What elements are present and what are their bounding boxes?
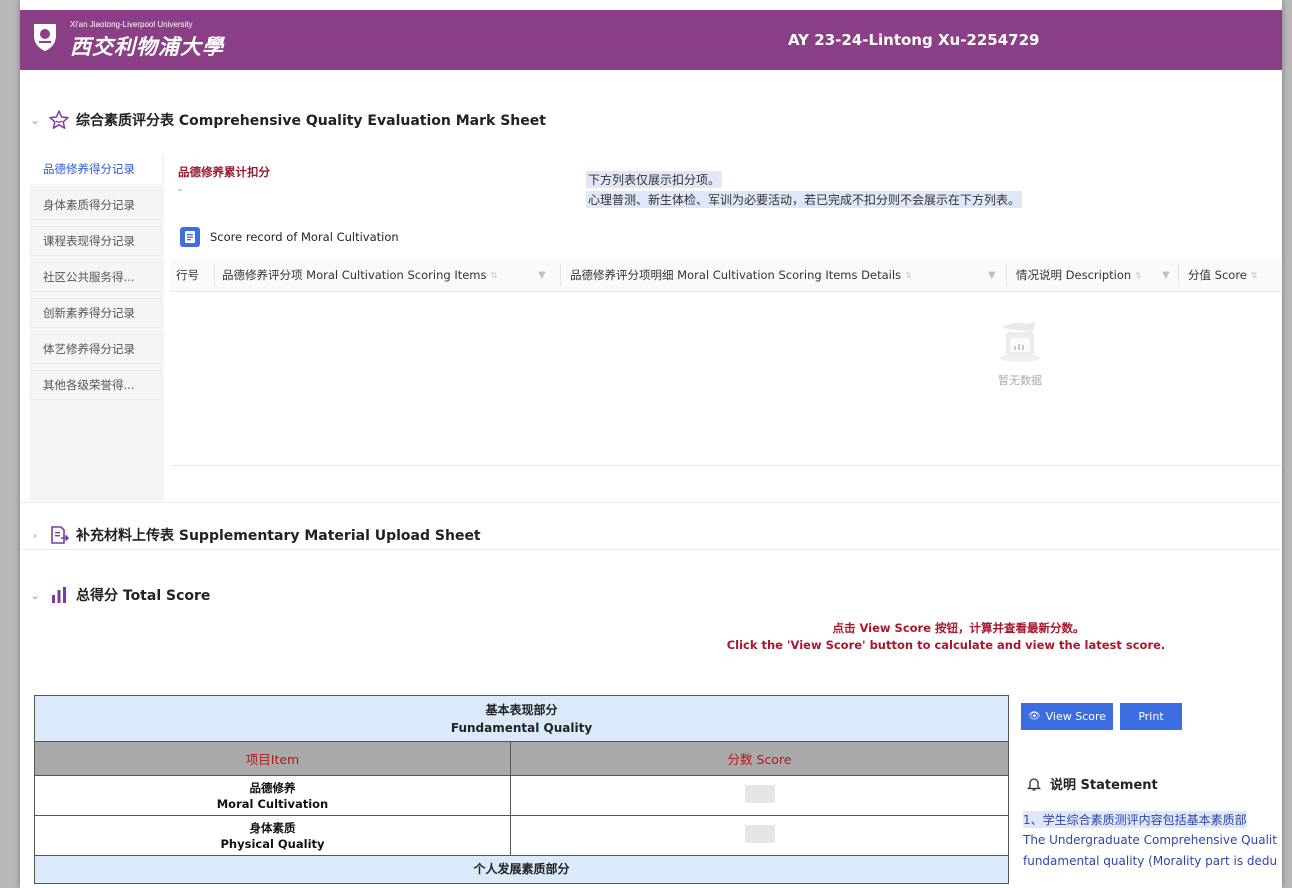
score-placeholder — [744, 825, 775, 843]
score-placeholder — [744, 785, 775, 803]
section-heading-en: Fundamental Quality — [450, 720, 593, 735]
section-heading-fundamental: 基本表现部分 Fundamental Quality — [34, 695, 1009, 742]
row-label-cn: 品德修养 — [249, 780, 296, 795]
note-line-2: 心理普测、新生体检、军训为必要活动，若已完成不扣分则不会展示在下方列表。 — [586, 191, 1023, 208]
document-upload-icon — [48, 524, 70, 546]
row-label: 身体素质 Physical Quality — [34, 815, 511, 856]
menu-item-physical[interactable]: 身体素质得分记录 — [30, 190, 162, 220]
view-score-label: View Score — [1045, 710, 1107, 723]
table-header: 行号 品德修养评分项 Moral Cultivation Scoring Ite… — [170, 258, 1282, 292]
statement-line-2: The Undergraduate Comprehensive Qualit — [1023, 833, 1277, 847]
column-description[interactable]: 情况说明 Description ⇅ ▼ — [1016, 258, 1172, 292]
table-row: 基本表现部分 Fundamental Quality — [34, 695, 1009, 742]
column-label: 情况说明 Description — [1016, 268, 1132, 282]
table-row: 品德修养 Moral Cultivation — [34, 775, 1009, 816]
section-evaluation-header[interactable]: ⌄ 综合素质评分表 Comprehensive Quality Evaluati… — [28, 108, 546, 132]
row-label-en: Moral Cultivation — [216, 796, 329, 811]
sort-icon[interactable]: ⇅ — [1135, 271, 1142, 280]
deduction-label: 品德修养累计扣分 — [178, 165, 270, 179]
column-label: 品德修养评分项明细 Moral Cultivation Scoring Item… — [570, 268, 902, 282]
menu-item-community[interactable]: 社区公共服务得... — [30, 262, 162, 292]
sort-icon[interactable]: ⇅ — [905, 271, 912, 280]
menu-item-moral[interactable]: 品德修养得分记录 — [30, 154, 162, 184]
app-frame: Xi'an Jiaotong-Liverpool University 西交利物… — [20, 0, 1282, 888]
empty-box-icon — [1000, 322, 1040, 362]
score-record-menu: 品德修养得分记录 身体素质得分记录 课程表现得分记录 社区公共服务得... 创新… — [30, 154, 164, 501]
header-bar: Xi'an Jiaotong-Liverpool University 西交利物… — [20, 10, 1282, 70]
view-score-hint-cn: 点击 View Score 按钮，计算并查看最新分数。 — [832, 621, 1085, 635]
record-title: Score record of Moral Cultivation — [210, 230, 399, 244]
chevron-right-icon[interactable]: › — [28, 529, 42, 542]
section-divider — [20, 549, 1282, 550]
star-icon — [48, 109, 70, 131]
column-scoring-items[interactable]: 品德修养评分项 Moral Cultivation Scoring Items … — [222, 258, 558, 292]
column-divider — [560, 264, 561, 286]
total-score-table: 基本表现部分 Fundamental Quality 项目Item 分数 Sco… — [34, 695, 1009, 884]
document-icon — [180, 227, 200, 247]
column-item-header: 项目Item — [34, 741, 511, 776]
column-scoring-details[interactable]: 品德修养评分项明细 Moral Cultivation Scoring Item… — [570, 258, 1000, 292]
statement-line-3: fundamental quality (Morality part is de… — [1023, 854, 1278, 868]
sort-icon[interactable]: ⇅ — [491, 271, 498, 280]
menu-item-course[interactable]: 课程表现得分记录 — [30, 226, 162, 256]
empty-text: 暂无数据 — [998, 374, 1042, 387]
row-label-cn: 身体素质 — [249, 820, 296, 835]
section-evaluation-title: 综合素质评分表 Comprehensive Quality Evaluation… — [76, 113, 546, 129]
column-row-number[interactable]: 行号 — [176, 258, 199, 292]
filter-icon[interactable]: ▼ — [1162, 270, 1170, 281]
note-line-1: 下方列表仅展示扣分项。 — [586, 171, 723, 188]
column-divider — [1006, 264, 1007, 286]
column-divider — [1178, 264, 1179, 286]
shield-logo-icon — [34, 24, 56, 51]
score-cell — [510, 815, 1009, 856]
table-bottom-border — [170, 465, 1282, 466]
column-label: 品德修养评分项 Moral Cultivation Scoring Items — [222, 268, 487, 282]
moral-score-table: 行号 品德修养评分项 Moral Cultivation Scoring Ite… — [170, 258, 1282, 466]
section-heading-personal: 个人发展素质部分 — [34, 855, 1009, 884]
view-score-hint-en: Click the 'View Score' button to calcula… — [726, 638, 1166, 652]
university-logo[interactable]: Xi'an Jiaotong-Liverpool University 西交利物… — [32, 18, 292, 62]
record-header: Score record of Moral Cultivation — [180, 226, 399, 248]
section-divider — [20, 502, 1282, 503]
empty-state: 暂无数据 — [990, 318, 1050, 388]
menu-item-innovation[interactable]: 创新素养得分记录 — [30, 298, 162, 328]
table-row: 个人发展素质部分 — [34, 855, 1009, 884]
row-label: 品德修养 Moral Cultivation — [34, 775, 511, 816]
section-total-title: 总得分 Total Score — [76, 588, 211, 604]
sort-icon[interactable]: ⇅ — [1251, 271, 1258, 280]
statement-header: 说明 Statement — [1026, 774, 1158, 793]
statement-line-1: 1、学生综合素质测评内容包括基本素质部 — [1023, 811, 1247, 828]
section-heading-cn: 基本表现部分 — [485, 702, 558, 717]
print-button[interactable]: Print — [1120, 703, 1182, 730]
filter-icon[interactable]: ▼ — [988, 270, 996, 281]
logo-english-name: Xi'an Jiaotong-Liverpool University — [70, 20, 193, 29]
chevron-down-icon[interactable]: ⌄ — [28, 589, 42, 602]
column-label: 分值 Score — [1188, 268, 1247, 282]
chevron-down-icon[interactable]: ⌄ — [28, 114, 42, 127]
view-score-button[interactable]: 👁 View Score — [1021, 703, 1113, 730]
section-supplementary-title: 补充材料上传表 Supplementary Material Upload Sh… — [76, 528, 481, 544]
score-cell — [510, 775, 1009, 816]
bar-chart-icon — [48, 584, 70, 606]
logo-chinese-name: 西交利物浦大學 — [70, 34, 224, 59]
page-title: AY 23-24-Lintong Xu-2254729 — [788, 31, 1040, 49]
column-score-header: 分数 Score — [510, 741, 1009, 776]
row-label-en: Physical Quality — [220, 836, 325, 851]
section-supplementary-header[interactable]: › 补充材料上传表 Supplementary Material Upload … — [28, 523, 481, 547]
eye-icon: 👁 — [1027, 711, 1041, 722]
menu-item-honors[interactable]: 其他各级荣誉得... — [30, 370, 162, 400]
statement-title: 说明 Statement — [1050, 778, 1158, 793]
bell-icon — [1026, 777, 1042, 791]
section-total-header[interactable]: ⌄ 总得分 Total Score — [28, 583, 210, 607]
filter-icon[interactable]: ▼ — [538, 270, 546, 281]
menu-item-sports-arts[interactable]: 体艺修养得分记录 — [30, 334, 162, 364]
table-row: 身体素质 Physical Quality — [34, 815, 1009, 856]
column-label: 行号 — [176, 268, 199, 282]
table-row: 项目Item 分数 Score — [34, 741, 1009, 776]
column-divider — [214, 264, 215, 286]
deduction-value: - — [178, 183, 182, 196]
column-score[interactable]: 分值 Score ⇅ — [1188, 258, 1258, 292]
